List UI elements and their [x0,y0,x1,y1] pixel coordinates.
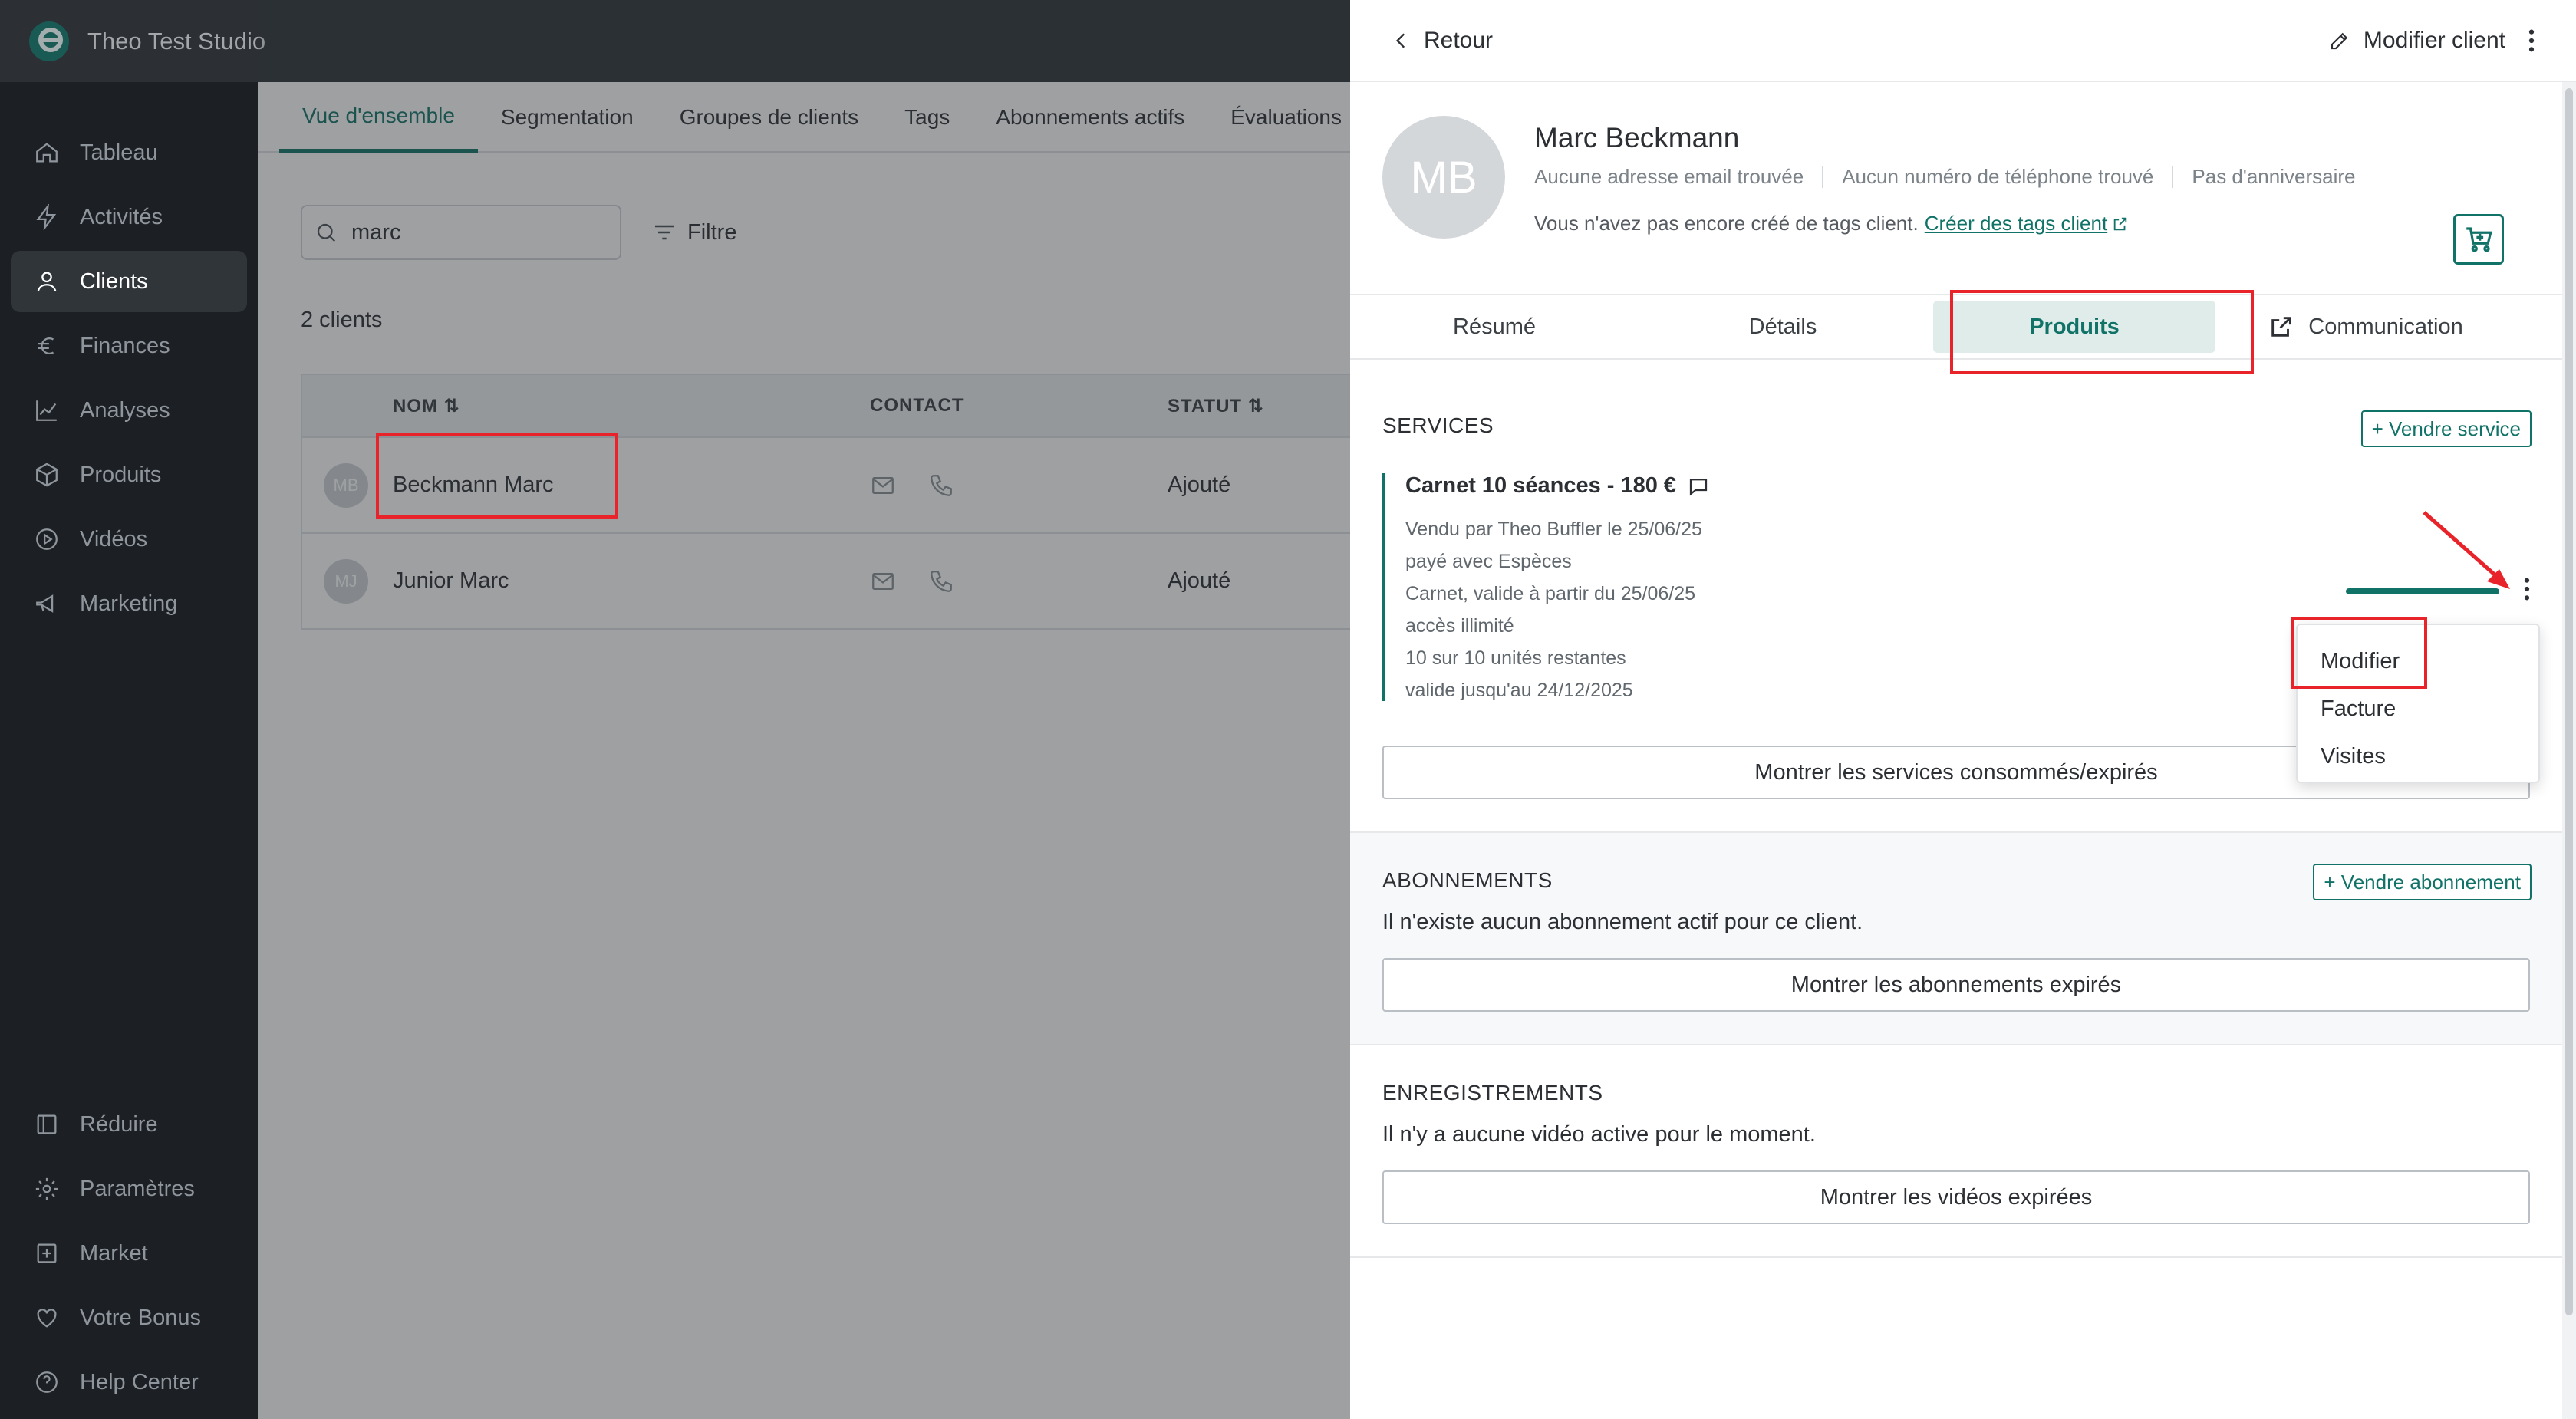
sidebar-item-help[interactable]: Help Center [11,1352,247,1413]
recordings-section: ENREGISTREMENTS Il n'y a aucune vidéo ac… [1350,1044,2576,1256]
tags-empty-text: Vous n'avez pas encore créé de tags clie… [1534,212,1919,235]
subscriptions-section: ABONNEMENTS + Vendre abonnement Il n'exi… [1350,831,2576,1044]
sidebar-item-videos[interactable]: Vidéos [11,509,247,570]
sidebar-item-label: Activités [80,204,163,229]
sell-subscription-button[interactable]: + Vendre abonnement [2313,864,2532,900]
sidebar-item-label: Clients [80,268,148,294]
pencil-icon [2331,32,2348,49]
sidebar-item-label: Réduire [80,1111,158,1137]
sidebar-item-tableau[interactable]: Tableau [11,122,247,183]
tab-communication[interactable]: Communication [2222,301,2510,353]
euro-icon [38,337,54,355]
service-actions-menu: Modifier Facture Visites [2296,624,2540,783]
annotation-arrow [2423,511,2510,589]
client-email: Aucune adresse email trouvée [1534,165,1804,188]
external-link-icon [2113,217,2127,230]
sidebar-item-label: Analyses [80,397,170,423]
edit-client-button[interactable]: Modifier client [2364,28,2505,54]
show-expired-subscriptions-button[interactable]: Montrer les abonnements expirés [1382,958,2530,1012]
chevron-left-icon [1395,32,1405,48]
client-phone: Aucun numéro de téléphone trouvé [1842,165,2154,188]
sidebar-item-label: Market [80,1240,148,1266]
avatar: MB [1382,116,1505,239]
megaphone-icon [36,594,54,613]
client-name-heading: Marc Beckmann [1534,122,1740,153]
sidebar-item-label: Vidéos [80,526,148,551]
more-vertical-icon[interactable] [2527,28,2536,54]
divider [2172,166,2174,188]
external-link-icon [2271,317,2291,337]
sidebar-item-marketing[interactable]: Marketing [11,573,247,634]
client-profile: MB Marc Beckmann Aucune adresse email tr… [1350,82,2576,294]
play-icon [36,528,58,550]
sidebar-item-label: Finances [80,333,170,358]
service-title: Carnet 10 séances - 180 € [1405,473,2545,499]
menu-item-modifier[interactable]: Modifier [2298,637,2538,685]
service-detail: payé avec Espèces [1405,551,1572,572]
sidebar-item-analyses[interactable]: Analyses [11,380,247,441]
sidebar-item-label: Tableau [80,140,158,165]
heart-icon [37,1309,57,1328]
plus-square-icon [37,1243,57,1263]
user-icon [37,272,57,292]
sidebar-item-label: Produits [80,462,162,487]
cart-button[interactable] [2453,214,2504,265]
sidebar-item-market[interactable]: Market [11,1223,247,1284]
recordings-title: ENREGISTREMENTS [1382,1081,1603,1105]
tab-summary[interactable]: Résumé [1350,301,1639,353]
sidebar: Tableau Activités Clients Finances Analy… [0,82,258,1419]
sidebar-item-clients[interactable]: Clients [11,251,247,312]
box-icon [36,463,58,487]
service-title-text: Carnet 10 séances - 180 € [1405,473,1677,498]
collapse-icon [37,1114,57,1134]
cart-icon [2466,227,2492,252]
modal-backdrop-top [0,0,258,82]
service-detail: Vendu par Theo Buffler le 25/06/25 [1405,519,1702,540]
recordings-empty-text: Il n'y a aucune vidéo active pour le mom… [1382,1122,1816,1147]
menu-item-facture[interactable]: Facture [2298,685,2538,733]
sidebar-item-reduire[interactable]: Réduire [11,1094,247,1155]
home-icon [36,143,58,163]
help-icon [36,1371,58,1393]
back-label: Retour [1424,27,1494,53]
create-tags-label: Créer des tags client [1924,212,2108,235]
sidebar-item-finances[interactable]: Finances [11,315,247,377]
panel-scrollbar[interactable] [2562,82,2576,1419]
sidebar-item-activites[interactable]: Activités [11,186,247,248]
sidebar-item-label: Votre Bonus [80,1305,201,1330]
sidebar-item-parametres[interactable]: Paramètres [11,1158,247,1220]
tab-communication-label: Communication [2308,314,2463,339]
divider [1822,166,1824,188]
sidebar-item-label: Help Center [80,1369,199,1394]
panel-tabs: Résumé Détails Produits Communication [1350,294,2576,360]
client-contact-meta: Aucune adresse email trouvée Aucun numér… [1534,165,2355,189]
sidebar-item-label: Marketing [80,591,178,616]
sell-service-button[interactable]: + Vendre service [2360,410,2532,447]
more-vertical-icon[interactable] [2522,576,2532,602]
chart-icon [36,400,57,421]
back-button[interactable]: Retour [1392,28,1493,54]
sidebar-item-label: Paramètres [80,1176,195,1201]
create-tags-link[interactable]: Créer des tags client [1925,212,2129,235]
gear-icon [35,1177,58,1200]
show-expired-videos-button[interactable]: Montrer les vidéos expirées [1382,1170,2530,1224]
divider [1350,1256,2576,1258]
scrollbar-thumb[interactable] [2565,88,2573,1315]
lightning-icon [36,204,57,230]
tab-details[interactable]: Détails [1639,301,1927,353]
panel-header: Retour Modifier client [1350,0,2576,82]
tab-products[interactable]: Produits [1933,301,2215,353]
comment-icon[interactable] [1687,475,1710,498]
edit-client-group: Modifier client [2328,28,2548,54]
modal-backdrop[interactable] [258,0,1350,1419]
sidebar-item-bonus[interactable]: Votre Bonus [11,1287,247,1348]
subscriptions-empty-text: Il n'existe aucun abonnement actif pour … [1382,910,1863,934]
client-birthday: Pas d'anniversaire [2192,165,2356,188]
client-tags: Vous n'avez pas encore créé de tags clie… [1534,212,2355,235]
menu-item-visites[interactable]: Visites [2298,733,2538,780]
sidebar-item-produits[interactable]: Produits [11,444,247,505]
